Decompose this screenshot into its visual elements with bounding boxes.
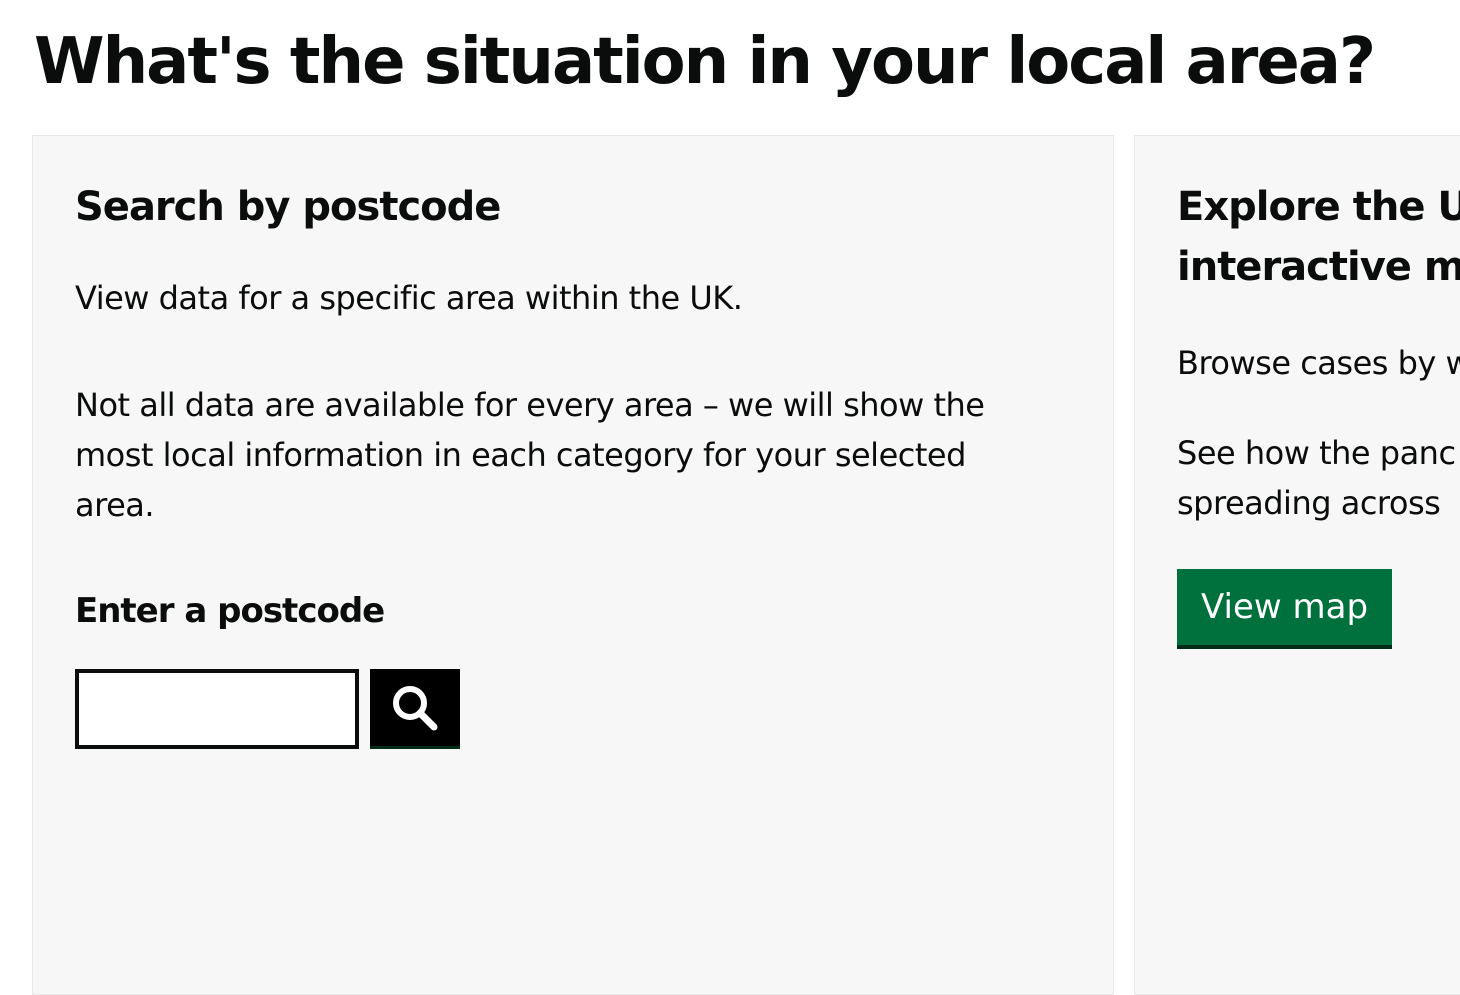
map-browse-text: Browse cases by w xyxy=(1177,344,1460,382)
postcode-search-card: Search by postcode View data for a speci… xyxy=(32,135,1114,995)
search-icon xyxy=(393,685,438,730)
interactive-map-card: Explore the U interactive m Browse cases… xyxy=(1134,135,1460,995)
interactive-map-heading: Explore the U interactive m xyxy=(1177,177,1460,297)
map-spread-text: See how the panc spreading across xyxy=(1177,428,1456,528)
page-title: What's the situation in your local area? xyxy=(34,25,1376,99)
postcode-search-button[interactable] xyxy=(370,669,460,749)
view-map-button[interactable]: View map xyxy=(1177,569,1393,649)
map-spread-line-1: See how the panc xyxy=(1177,434,1456,472)
postcode-input[interactable] xyxy=(75,669,359,749)
postcode-intro-text: View data for a specific area within the… xyxy=(75,279,743,317)
map-heading-line-2: interactive m xyxy=(1177,244,1460,290)
postcode-input-label: Enter a postcode xyxy=(75,591,385,631)
postcode-availability-note: Not all data are available for every are… xyxy=(75,386,985,524)
map-spread-line-2: spreading across xyxy=(1177,484,1441,522)
postcode-search-heading: Search by postcode xyxy=(75,184,501,230)
map-heading-line-1: Explore the U xyxy=(1177,184,1460,230)
